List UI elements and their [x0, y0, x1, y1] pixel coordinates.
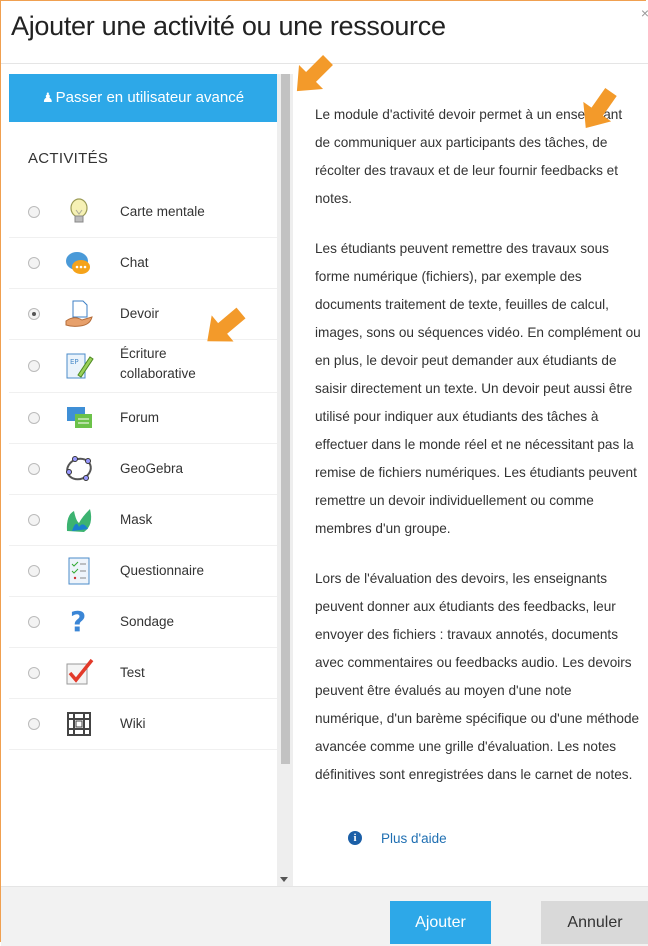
description-paragraph: Les étudiants peuvent remettre des trava…: [315, 241, 641, 536]
scroll-down-icon[interactable]: [280, 877, 288, 882]
activity-label: GeoGebra: [120, 461, 184, 476]
activity-label: Écriture collaborative: [120, 346, 196, 381]
advanced-user-button[interactable]: ♟ Passer en utilisateur avancé: [9, 74, 277, 122]
activity-radio[interactable]: [28, 360, 40, 372]
scrollbar[interactable]: [277, 74, 293, 886]
activity-item[interactable]: Chat: [9, 238, 277, 289]
activity-item[interactable]: Mask: [9, 495, 277, 546]
quiz-check-icon: [64, 658, 94, 688]
activity-item[interactable]: Carte mentale: [9, 187, 277, 238]
scrollbar-thumb[interactable]: [281, 74, 290, 764]
activity-radio[interactable]: [28, 718, 40, 730]
etherpad-icon: EP: [64, 351, 94, 381]
dialog-footer: Ajouter Annuler: [1, 886, 648, 946]
more-help-link[interactable]: Plus d'aide: [381, 831, 447, 846]
svg-text:?: ?: [70, 607, 86, 637]
activity-radio[interactable]: [28, 412, 40, 424]
help-row: i Plus d'aide: [348, 830, 447, 846]
svg-text:EP: EP: [70, 358, 79, 366]
activity-item[interactable]: Forum: [9, 393, 277, 444]
activity-label: Carte mentale: [120, 204, 205, 219]
close-icon[interactable]: ×: [641, 5, 648, 21]
activity-label: Wiki: [120, 716, 146, 731]
geogebra-icon: [64, 454, 94, 484]
activity-label: Sondage: [120, 614, 175, 629]
activity-list-panel: ♟ Passer en utilisateur avancé ACTIVITÉS …: [9, 74, 277, 886]
activity-radio[interactable]: [28, 565, 40, 577]
activity-chooser-dialog: Ajouter une activité ou une ressource × …: [0, 0, 648, 946]
activity-item[interactable]: Test: [9, 648, 277, 699]
activity-radio[interactable]: [28, 616, 40, 628]
question-mark-icon: ?: [64, 605, 94, 638]
chat-icon: [64, 248, 94, 278]
dialog-title: Ajouter une activité ou une ressource: [11, 11, 446, 41]
dialog-header: Ajouter une activité ou une ressource ×: [1, 1, 648, 64]
forum-icon: [64, 403, 94, 433]
activity-label: Devoir: [120, 306, 160, 321]
activity-description: Le module d'activité devoir permet à un …: [315, 101, 641, 811]
section-title: ACTIVITÉS: [28, 150, 109, 167]
list-empty-area: [9, 794, 254, 886]
activity-item[interactable]: Questionnaire: [9, 546, 277, 597]
cancel-button[interactable]: Annuler: [541, 901, 648, 944]
activity-item[interactable]: Devoir: [9, 289, 277, 340]
activity-label: Questionnaire: [120, 563, 205, 578]
activity-list: Carte mentale Chat Devoir EP Écriture collab…: [9, 187, 277, 750]
activity-radio[interactable]: [28, 667, 40, 679]
activity-radio[interactable]: [28, 206, 40, 218]
activity-radio[interactable]: [28, 257, 40, 269]
activity-radio[interactable]: [28, 463, 40, 475]
activity-item[interactable]: ? Sondage: [9, 597, 277, 648]
activity-item[interactable]: EP Écriture collaborative: [9, 340, 277, 393]
questionnaire-icon: [64, 556, 94, 586]
description-paragraph: Le module d'activité devoir permet à un …: [315, 107, 623, 206]
activity-radio[interactable]: [28, 514, 40, 526]
activity-item[interactable]: Wiki: [9, 699, 277, 750]
user-icon: ♟: [41, 90, 54, 105]
description-paragraph: Lors de l'évaluation des devoirs, les en…: [315, 571, 640, 782]
activity-label: Chat: [120, 255, 149, 270]
info-icon: i: [348, 831, 362, 846]
activity-label: Mask: [120, 512, 153, 527]
wiki-icon: [64, 709, 94, 739]
activity-label: Test: [120, 665, 145, 680]
lightbulb-icon: [64, 197, 94, 227]
add-button[interactable]: Ajouter: [390, 901, 491, 944]
activity-label: Forum: [120, 410, 160, 425]
mask-icon: [64, 505, 94, 535]
advanced-user-label: Passer en utilisateur avancé: [55, 89, 245, 106]
activity-item[interactable]: GeoGebra: [9, 444, 277, 495]
assignment-icon: [64, 299, 94, 329]
activity-radio[interactable]: [28, 308, 40, 320]
